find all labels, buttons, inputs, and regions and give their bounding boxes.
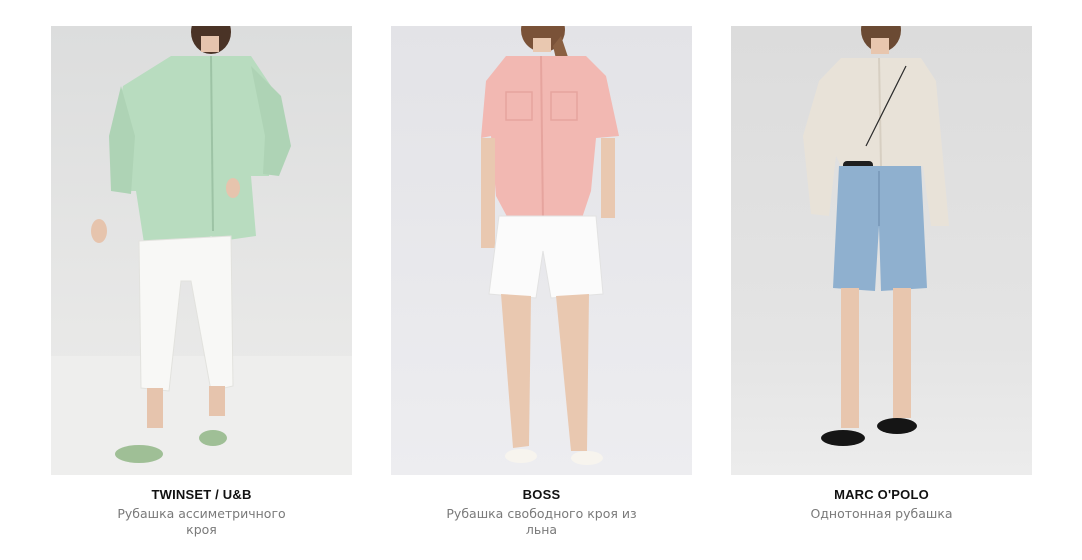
product-image[interactable]	[391, 26, 692, 475]
product-image[interactable]	[51, 26, 352, 475]
product-card[interactable]: MARC O'POLO Однотонная рубашка	[731, 26, 1032, 556]
product-brand[interactable]: MARC O'POLO	[731, 487, 1032, 503]
product-title[interactable]: Рубашка ассиметричного кроя	[101, 506, 302, 538]
product-brand[interactable]: BOSS	[391, 487, 692, 503]
product-brand[interactable]: TWINSET / U&B	[51, 487, 352, 503]
product-image[interactable]	[731, 26, 1032, 475]
product-card[interactable]: BOSS Рубашка свободного кроя из льна	[391, 26, 692, 556]
product-title[interactable]: Однотонная рубашка	[781, 506, 982, 522]
product-card[interactable]: TWINSET / U&B Рубашка ассиметричного кро…	[51, 26, 352, 556]
product-title[interactable]: Рубашка свободного кроя из льна	[441, 506, 642, 538]
product-grid: TWINSET / U&B Рубашка ассиметричного кро…	[0, 0, 1082, 560]
